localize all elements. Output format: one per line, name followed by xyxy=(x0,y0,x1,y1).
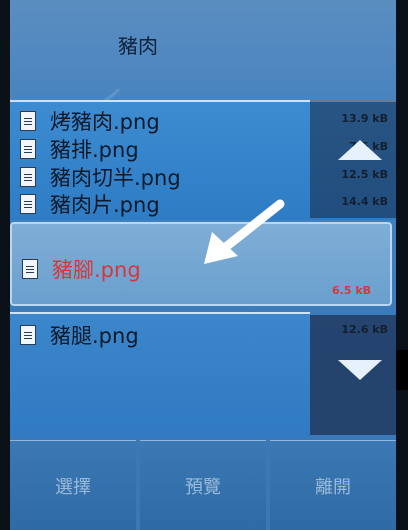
file-icon xyxy=(20,111,36,131)
file-name: 豬腳.png xyxy=(52,258,141,282)
file-name: 豬肉片.png xyxy=(50,193,160,217)
file-size: 13.9 kB xyxy=(341,112,388,125)
exit-button[interactable]: 離開 xyxy=(270,440,396,530)
file-list-item[interactable]: 烤豬肉.png xyxy=(20,108,320,134)
file-name: 豬肉切半.png xyxy=(50,166,181,190)
device-button xyxy=(396,350,408,390)
down-arrow-icon xyxy=(338,360,382,380)
file-icon xyxy=(20,194,36,214)
file-icon xyxy=(20,167,36,187)
scroll-down-button[interactable]: 12.6 kB xyxy=(310,315,396,435)
header: 豬肉 xyxy=(10,0,396,116)
file-list-item[interactable]: 豬肉切半.png xyxy=(20,164,320,190)
scroll-up-button[interactable]: 13.9 kB 7.6 kB 12.5 kB 14.4 kB xyxy=(310,100,396,218)
file-icon xyxy=(20,325,36,345)
preview-button[interactable]: 預覽 xyxy=(140,440,266,530)
screen: 豬肉 烤豬肉.png 豬排.png 豬肉切半.png 豬肉片.png 13.9 … xyxy=(10,0,396,530)
arrow-pointer-icon xyxy=(204,199,285,264)
folder-title: 豬肉 xyxy=(118,34,158,58)
up-arrow-icon xyxy=(338,140,382,160)
file-size: 12.6 kB xyxy=(341,323,388,336)
file-name: 烤豬肉.png xyxy=(50,110,160,134)
file-list-item[interactable]: 豬排.png xyxy=(20,136,320,162)
file-name: 豬排.png xyxy=(50,138,139,162)
file-name: 豬腿.png xyxy=(50,324,139,348)
file-icon xyxy=(22,259,38,279)
file-size: 14.4 kB xyxy=(341,195,388,208)
file-icon xyxy=(20,139,36,159)
bottom-toolbar: 選擇 預覽 離開 xyxy=(10,440,396,530)
file-list-lower: 豬腿.png xyxy=(10,312,310,437)
select-button[interactable]: 選擇 xyxy=(10,440,136,530)
device-bezel-left xyxy=(0,0,10,530)
file-list-item[interactable]: 豬腿.png xyxy=(20,322,320,348)
device-bezel-right xyxy=(396,0,408,530)
file-size: 12.5 kB xyxy=(341,168,388,181)
file-size: 6.5 kB xyxy=(332,284,372,297)
